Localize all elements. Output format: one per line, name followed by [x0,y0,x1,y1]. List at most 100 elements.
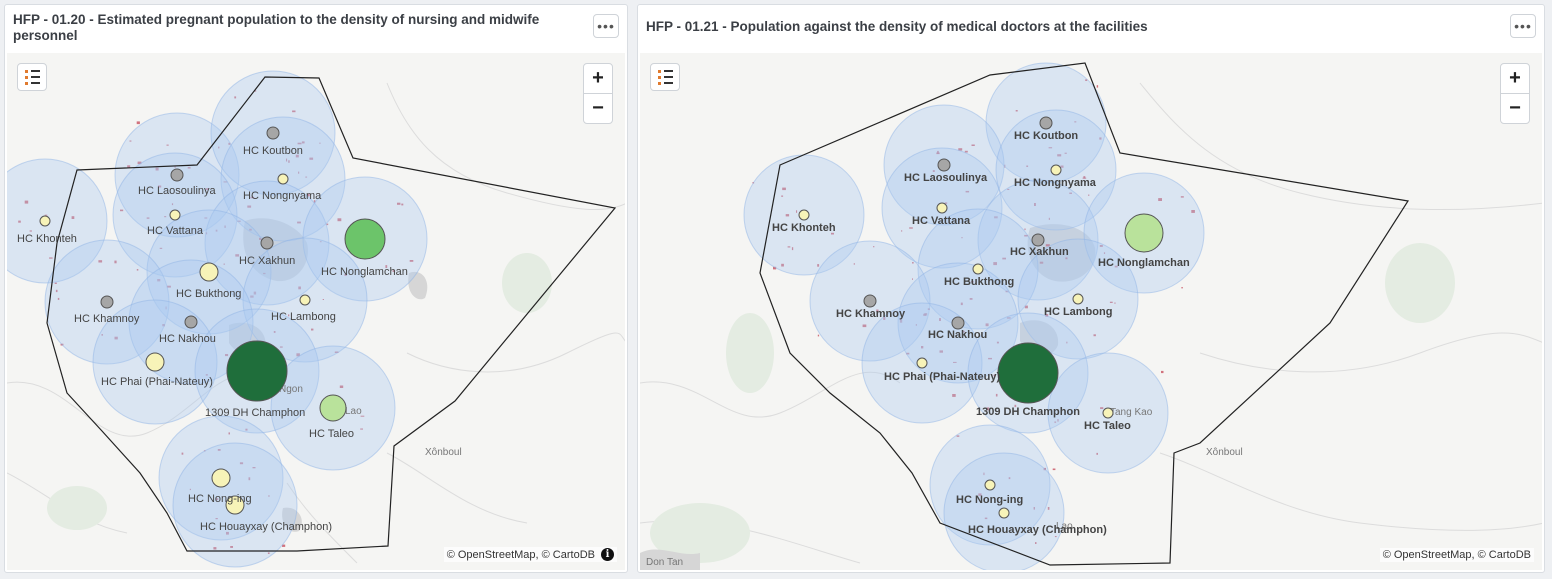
facility-marker [39,215,51,227]
zoom-out-button[interactable]: − [584,93,612,123]
facility-label: HC Lambong [271,311,336,323]
map-svg[interactable]: Xônboul Ngon Lao HC Khonteh HC Laosoulin… [7,53,625,570]
info-icon[interactable]: i [601,548,614,561]
facility-marker [1102,407,1114,419]
facility-marker [319,394,347,422]
facility-label: HC Khonteh [17,233,77,245]
more-icon: ••• [1514,18,1532,34]
facility-marker [169,209,181,221]
facility-label: 1309 DH Champhon [205,407,305,419]
facility-label: HC Xakhun [239,255,295,267]
facility-label: HC Nongnyama [1014,177,1097,189]
settlement-speck [136,121,140,125]
facility-label: HC Taleo [1084,420,1131,432]
facility-label: HC Laosoulinya [904,172,988,184]
facility-marker [798,209,810,221]
zoom-in-button[interactable]: + [584,64,612,93]
facility-label: HC Lambong [1044,306,1112,318]
facility-marker [266,126,280,140]
facility-marker [984,479,996,491]
zoom-control: + − [1500,63,1530,124]
facility-marker [1072,293,1084,305]
map-panel-right: HFP - 01.21 - Population against the den… [637,4,1545,573]
facility-marker [1124,213,1164,253]
facility-label: HC Taleo [309,428,354,440]
facility-marker [277,173,289,185]
zoom-in-button[interactable]: + [1501,64,1529,93]
facility-marker [1039,116,1053,130]
facility-marker [344,218,386,260]
facility-marker [863,294,877,308]
facility-marker [145,352,165,372]
facility-marker [299,294,311,306]
facility-marker [916,357,928,369]
facility-label: HC Khamnoy [836,308,906,320]
facility-marker [184,315,198,329]
place-label-xonboul: Xônboul [1206,447,1243,458]
settlement-speck [1052,468,1056,471]
facility-label: HC Khonteh [772,222,836,234]
facility-marker [998,507,1010,519]
facility-label: HC Vattana [912,215,971,227]
map-svg[interactable]: Xônboul Don Tan Tang Kao Lao HC Khonteh … [640,53,1542,570]
panel-title: HFP - 01.21 - Population against the den… [646,19,1148,34]
attribution-text[interactable]: © OpenStreetMap, © CartoDB [1383,549,1531,561]
facility-label: HC Koutbon [243,145,303,157]
settlement-speck [1161,370,1164,374]
facility-marker [1031,233,1045,247]
map-canvas[interactable]: Xônboul Ngon Lao HC Khonteh HC Laosoulin… [7,53,625,570]
facility-label: HC Bukthong [176,288,241,300]
map-attribution: © OpenStreetMap, © CartoDB i [443,547,617,562]
map-attribution: © OpenStreetMap, © CartoDB [1379,548,1534,562]
facility-marker [211,468,231,488]
legend-icon [658,69,679,73]
facility-label: HC Vattana [147,225,204,237]
panel-title: HFP - 01.20 - Estimated pregnant populat… [13,12,540,43]
settlement-speck [1096,85,1099,88]
facility-label: HC Bukthong [944,276,1014,288]
place-label-xonboul: Xônboul [425,447,462,458]
facility-marker [100,295,114,309]
facility-label: HC Nonglamchan [1098,257,1190,269]
zoom-control: + − [583,63,613,124]
map-canvas[interactable]: Xônboul Don Tan Tang Kao Lao HC Khonteh … [640,53,1542,570]
facility-marker [1050,164,1062,176]
facility-label: HC Nakhou [928,329,987,341]
panel-menu-button[interactable]: ••• [593,14,619,38]
facility-marker [951,316,965,330]
settlement-speck [1181,287,1183,289]
facility-label: HC Houayxay (Champhon) [200,521,332,533]
facility-marker [170,168,184,182]
facility-label: 1309 DH Champhon [976,406,1080,418]
facility-label: HC Nongnyama [243,190,322,202]
legend-toggle-button[interactable] [17,63,47,91]
attribution-text[interactable]: © OpenStreetMap, © CartoDB [447,549,595,561]
panel-menu-button[interactable]: ••• [1510,14,1536,38]
more-icon: ••• [597,18,615,34]
facility-marker [260,236,274,250]
facility-label: HC Houayxay (Champhon) [968,524,1107,536]
place-label-don-tan: Don Tan [646,557,683,568]
place-label-lao: Lao [345,406,362,417]
facility-marker [226,340,288,402]
facility-label: HC Phai (Phai-Nateuy) [101,376,213,388]
facility-marker [937,158,951,172]
settlement-speck [817,334,820,337]
map-panel-left: HFP - 01.20 - Estimated pregnant populat… [4,4,628,573]
facility-label: HC Xakhun [1010,246,1069,258]
facility-label: HC Khamnoy [74,313,140,325]
facility-marker [972,263,984,275]
facility-label: HC Nonglamchan [321,266,408,278]
zoom-out-button[interactable]: − [1501,93,1529,123]
facility-label: HC Laosoulinya [138,185,217,197]
place-label-tang-kao: Tang Kao [1110,407,1153,418]
facility-label: HC Nong-ing [956,494,1023,506]
facility-marker [199,262,219,282]
legend-icon [25,69,46,73]
facility-label: HC Nakhou [159,333,216,345]
facility-marker [936,202,948,214]
facility-label: HC Nong-ing [188,493,252,505]
facility-label: HC Phai (Phai-Nateuy) [884,371,1000,383]
legend-toggle-button[interactable] [650,63,680,91]
facility-marker [997,342,1059,404]
